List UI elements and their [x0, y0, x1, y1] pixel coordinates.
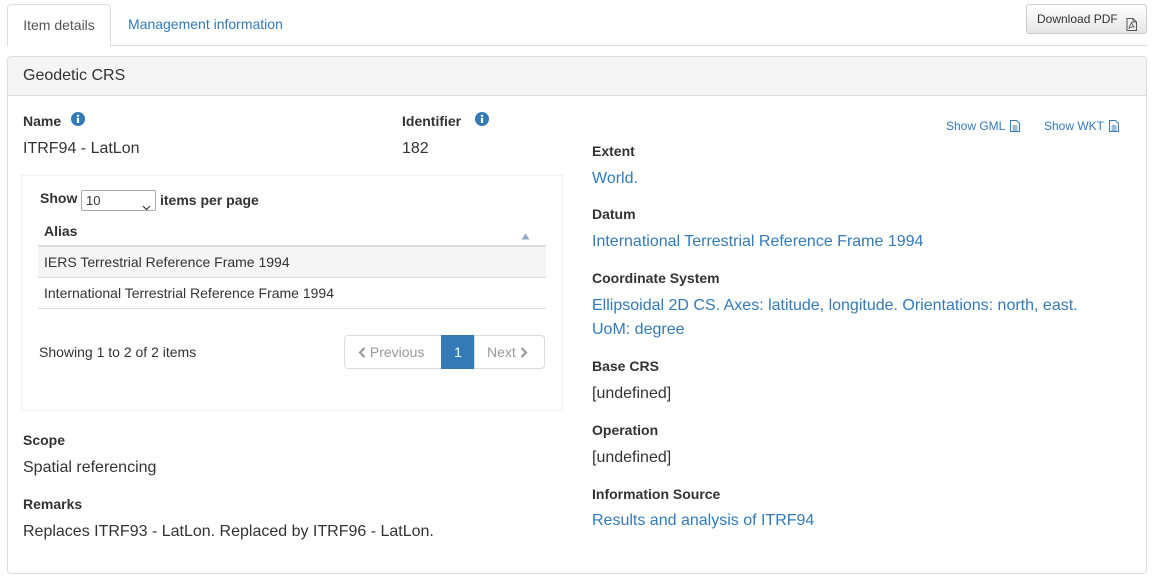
- remarks-value: Replaces ITRF93 - LatLon. Replaced by IT…: [23, 523, 434, 540]
- previous-page-button[interactable]: Previous: [344, 335, 442, 369]
- identifier-label: Identifier: [402, 113, 462, 129]
- tab-bar: Item details Management information: [7, 0, 1147, 47]
- information-source-label: Information Source: [592, 486, 721, 502]
- download-pdf-button[interactable]: Download PDF: [1026, 4, 1147, 34]
- chevron-left-icon: [358, 344, 370, 360]
- table-row: IERS Terrestrial Reference Frame 1994: [38, 247, 546, 278]
- page-size-select[interactable]: 10: [81, 190, 156, 211]
- document-icon: [1010, 120, 1021, 135]
- show-gml-label: Show GML: [946, 119, 1006, 133]
- base-crs-value: [undefined]: [592, 385, 672, 402]
- information-source-link[interactable]: Results and analysis of ITRF94: [592, 512, 814, 530]
- alias-table-container: Show 10 items per page Alias IERS Terres…: [22, 176, 562, 410]
- scope-label: Scope: [23, 432, 66, 448]
- base-crs-label: Base CRS: [592, 358, 659, 374]
- show-label: Show: [40, 190, 78, 206]
- extent-label: Extent: [592, 143, 635, 159]
- coordinate-system-link[interactable]: Ellipsoidal 2D CS. Axes: latitude, longi…: [592, 297, 1078, 315]
- pagination: Previous 1 Next: [344, 335, 545, 369]
- coordinate-system-link-uom[interactable]: UoM: degree: [592, 321, 685, 339]
- table-row: International Terrestrial Reference Fram…: [38, 278, 546, 309]
- page-size-value: 10: [86, 193, 101, 208]
- show-wkt-label: Show WKT: [1044, 119, 1105, 133]
- next-page-button[interactable]: Next: [474, 335, 545, 369]
- alias-column-header[interactable]: Alias: [38, 220, 546, 247]
- show-wkt-link[interactable]: Show WKT: [1044, 119, 1120, 135]
- items-per-page-label: items per page: [160, 192, 259, 208]
- pdf-file-icon: [1126, 13, 1137, 41]
- show-gml-link[interactable]: Show GML: [946, 119, 1021, 135]
- chevron-right-icon: [520, 344, 528, 360]
- tab-management-information[interactable]: Management information: [113, 4, 298, 46]
- scope-value: Spatial referencing: [23, 459, 157, 476]
- name-label: Name: [23, 113, 62, 129]
- download-pdf-label: Download PDF: [1037, 12, 1118, 26]
- next-label: Next: [487, 344, 516, 360]
- showing-items-text: Showing 1 to 2 of 2 items: [39, 344, 197, 360]
- datum-link[interactable]: International Terrestrial Reference Fram…: [592, 233, 923, 251]
- identifier-value: 182: [402, 140, 429, 157]
- name-value: ITRF94 - LatLon: [23, 140, 140, 157]
- panel-title: Geodetic CRS: [8, 57, 1146, 96]
- alias-column-header-label: Alias: [44, 223, 78, 239]
- document-icon: [1109, 120, 1120, 135]
- coordinate-system-label: Coordinate System: [592, 270, 720, 286]
- tab-item-details[interactable]: Item details: [7, 4, 111, 47]
- info-circle-icon[interactable]: [71, 112, 85, 131]
- extent-link[interactable]: World.: [592, 170, 638, 188]
- info-circle-icon[interactable]: [475, 112, 489, 131]
- datum-label: Datum: [592, 206, 636, 222]
- previous-label: Previous: [369, 344, 425, 360]
- operation-value: [undefined]: [592, 449, 672, 466]
- page-1-button[interactable]: 1: [441, 335, 475, 369]
- operation-label: Operation: [592, 422, 659, 438]
- chevron-down-icon: [142, 197, 151, 216]
- sort-ascending-icon: [521, 224, 530, 246]
- remarks-label: Remarks: [23, 496, 83, 512]
